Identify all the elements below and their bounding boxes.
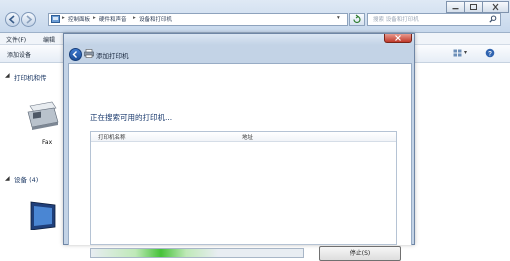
address-bar[interactable]: ▸ 控制面板 ▸ 硬件和声音 ▸ 设备和打印机 ▾ xyxy=(48,13,348,26)
dialog-body: 正在搜索可用的打印机... 打印机名称 地址 停止(S) xyxy=(68,63,412,261)
add-printer-dialog: 添加打印机 正在搜索可用的打印机... 打印机名称 地址 停止(S) xyxy=(63,33,415,261)
monitor-icon[interactable] xyxy=(27,200,59,230)
search-progress-bar xyxy=(90,248,304,258)
arrow-right-icon xyxy=(26,15,33,24)
arrow-left-icon xyxy=(72,51,77,58)
minimize-button[interactable] xyxy=(446,1,465,13)
control-panel-icon xyxy=(51,15,60,23)
breadcrumb-item[interactable]: 控制面板 xyxy=(68,15,90,23)
close-icon xyxy=(492,3,499,11)
breadcrumb-sep-icon: ▸ xyxy=(62,15,65,21)
explorer-content-right xyxy=(407,63,510,243)
group-expand-icon[interactable]: ◢ xyxy=(5,72,10,79)
view-dropdown-icon[interactable]: ▾ xyxy=(464,49,467,56)
refresh-button[interactable] xyxy=(349,13,365,26)
stop-button[interactable]: 停止(S) xyxy=(319,246,401,261)
printer-list[interactable]: 打印机名称 地址 xyxy=(90,131,397,245)
progress-fill xyxy=(91,249,219,257)
group-expand-icon[interactable]: ◢ xyxy=(5,175,10,182)
svg-text:?: ? xyxy=(488,50,492,57)
searching-status-text: 正在搜索可用的打印机... xyxy=(90,113,173,122)
column-header-printer-name[interactable]: 打印机名称 xyxy=(98,133,126,141)
help-icon[interactable]: ? xyxy=(485,48,495,58)
devices-pane: ◢ 打印机和传 Fax ◢ 设备 (4) xyxy=(0,63,67,243)
view-options-icon[interactable] xyxy=(453,49,462,57)
search-icon[interactable] xyxy=(489,15,497,23)
fax-printer-icon[interactable] xyxy=(24,100,60,132)
breadcrumb-item[interactable]: 设备和打印机 xyxy=(139,15,172,23)
dialog-title: 添加打印机 xyxy=(96,52,129,60)
minimize-icon xyxy=(452,8,459,10)
device-label-fax: Fax xyxy=(42,139,53,146)
dialog-titlebar xyxy=(64,34,414,45)
dialog-close-button[interactable] xyxy=(384,34,412,43)
arrow-left-icon xyxy=(8,15,15,24)
printer-icon xyxy=(84,49,94,58)
close-button[interactable] xyxy=(482,1,509,13)
maximize-icon xyxy=(470,4,477,10)
column-header-address[interactable]: 地址 xyxy=(242,133,253,141)
search-input[interactable]: 搜索 设备和打印机 xyxy=(367,13,501,26)
group-header-printers[interactable]: 打印机和传 xyxy=(14,72,47,82)
breadcrumb-sep-icon: ▸ xyxy=(133,15,136,21)
dialog-nav: 添加打印机 xyxy=(68,46,410,62)
back-button[interactable] xyxy=(5,12,20,27)
close-icon xyxy=(395,35,401,41)
menu-file[interactable]: 文件(F) xyxy=(6,35,26,44)
add-device-button[interactable]: 添加设备 xyxy=(7,50,31,59)
maximize-button[interactable] xyxy=(464,1,483,13)
breadcrumb-item[interactable]: 硬件和声音 xyxy=(99,15,127,23)
printer-list-header: 打印机名称 地址 xyxy=(91,132,396,142)
refresh-icon xyxy=(353,14,361,24)
address-dropdown-icon[interactable]: ▾ xyxy=(337,15,340,21)
dialog-back-button[interactable] xyxy=(69,48,82,61)
menu-edit[interactable]: 编辑 xyxy=(43,35,55,44)
breadcrumb-sep-icon: ▸ xyxy=(93,15,96,21)
group-header-devices[interactable]: 设备 (4) xyxy=(14,174,38,184)
search-placeholder: 搜索 设备和打印机 xyxy=(373,17,419,23)
forward-button[interactable] xyxy=(21,12,36,27)
